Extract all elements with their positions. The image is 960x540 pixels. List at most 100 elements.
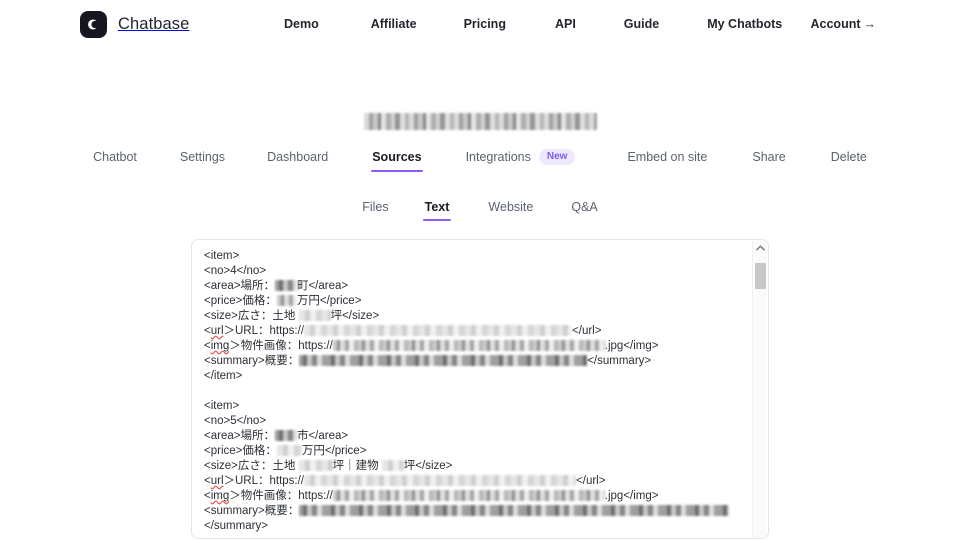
- code-line: <url＞URL：https:// </url>: [204, 324, 746, 339]
- account-label: Account: [810, 17, 861, 31]
- page-title-redacted: [363, 113, 597, 130]
- chatbase-logo-icon: [80, 11, 107, 38]
- code-line: </summary>: [204, 519, 746, 534]
- code-token: 坪</size>: [330, 310, 380, 322]
- code-token: <item>: [204, 250, 240, 262]
- code-line: <price>価格： 万円</price>: [204, 444, 746, 459]
- code-token: ＞URL：https://: [223, 475, 305, 487]
- code-token: <size>広さ：土地: [204, 460, 299, 472]
- arrow-right-icon: →: [863, 17, 877, 31]
- tab-delete[interactable]: Delete: [831, 150, 867, 172]
- spellcheck-underlined-word: url: [210, 325, 224, 337]
- code-token: 坪</size>: [403, 460, 453, 472]
- code-token: <: [204, 475, 211, 487]
- code-line: <url＞URL：https:// </url>: [204, 474, 746, 489]
- redacted-text: [299, 355, 588, 366]
- code-line: <price>価格： 万円</price>: [204, 294, 746, 309]
- scrollbar-thumb[interactable]: [755, 263, 766, 289]
- redacted-text: [332, 340, 605, 351]
- text-source-textarea[interactable]: <item> <no>4</no> <area>場所： 町</area> <price>…: [191, 239, 769, 539]
- spellcheck-underlined-word: url: [210, 475, 224, 487]
- code-token: </summary>: [587, 355, 652, 367]
- brand-name: Chatbase: [118, 15, 190, 33]
- redacted-text: [274, 430, 297, 441]
- code-token: </url>: [576, 475, 606, 487]
- tab-embed-on-site[interactable]: Embed on site: [627, 150, 707, 172]
- redacted-text: [298, 460, 333, 471]
- code-line: <size>広さ：土地 坪</size>: [204, 309, 746, 324]
- code-token: <no>5</no>: [204, 415, 267, 427]
- code-token: .jpg</img>: [604, 340, 659, 352]
- tab-share[interactable]: Share: [752, 150, 785, 172]
- nav-item-guide[interactable]: Guide: [624, 17, 659, 31]
- code-token: .jpg</img>: [604, 490, 659, 502]
- redacted-text: [298, 310, 331, 321]
- code-token: <: [204, 325, 211, 337]
- code-token: </url>: [572, 325, 602, 337]
- code-line: <area>場所： 町</area>: [204, 279, 746, 294]
- subtab-website[interactable]: Website: [488, 200, 533, 221]
- code-token: <no>4</no>: [204, 265, 267, 277]
- tab-sources[interactable]: Sources: [371, 150, 423, 172]
- code-line: </item>: [204, 369, 746, 384]
- scroll-up-arrow-icon[interactable]: [753, 241, 767, 255]
- nav-item-pricing[interactable]: Pricing: [464, 17, 506, 31]
- brand-home-link[interactable]: Chatbase: [80, 11, 189, 38]
- nav-item-my-chatbots[interactable]: My Chatbots: [707, 17, 782, 31]
- code-line: <img＞物件画像：https:// .jpg</img>: [204, 339, 746, 354]
- text-source-editor-wrap: <item> <no>4</no> <area>場所： 町</area> <price>…: [191, 239, 769, 539]
- code-token: ＞物件画像：https://: [229, 490, 333, 502]
- code-token: <summary>概要：: [204, 505, 300, 517]
- account-link[interactable]: Account →: [811, 17, 877, 31]
- code-line: <summary>概要： </summary>: [204, 354, 746, 369]
- nav-item-demo[interactable]: Demo: [284, 17, 319, 31]
- code-line: <item>: [204, 399, 746, 414]
- code-token: <area>場所：: [204, 280, 275, 292]
- code-token: 万円</price>: [301, 445, 367, 457]
- code-line: <item>: [204, 249, 746, 264]
- code-token: ＞物件画像：https://: [229, 340, 333, 352]
- redacted-text: [274, 280, 297, 291]
- code-token: </summary>: [204, 520, 268, 532]
- integrations-new-badge: New: [538, 149, 576, 165]
- code-token: 市</area>: [296, 430, 349, 442]
- nav-item-affiliate[interactable]: Affiliate: [371, 17, 417, 31]
- code-line: <no>5</no>: [204, 414, 746, 429]
- redacted-text: [304, 325, 573, 336]
- text-source-content[interactable]: <item> <no>4</no> <area>場所： 町</area> <price>…: [204, 249, 746, 534]
- code-token: <price>価格：: [204, 295, 277, 307]
- chatbot-tab-bar: Chatbot Settings Dashboard Sources Integ…: [0, 149, 960, 172]
- redacted-text: [299, 505, 730, 516]
- code-token: </item>: [204, 370, 243, 382]
- tab-integrations[interactable]: Integrations: [466, 150, 531, 172]
- subtab-text[interactable]: Text: [422, 200, 452, 221]
- tab-chatbot[interactable]: Chatbot: [93, 150, 137, 172]
- subtab-files[interactable]: Files: [362, 200, 388, 221]
- top-navigation-bar: Chatbase Demo Affiliate Pricing API Guid…: [0, 0, 960, 50]
- code-line: <size>広さ：土地 坪｜建物 坪</size>: [204, 459, 746, 474]
- sources-subtab-bar: Files Text Website Q&A: [0, 200, 960, 221]
- code-token: <summary>概要：: [204, 355, 300, 367]
- tab-dashboard[interactable]: Dashboard: [267, 150, 328, 172]
- redacted-text: [276, 295, 297, 306]
- code-line: <img＞物件画像：https:// .jpg</img>: [204, 489, 746, 504]
- redacted-text: [381, 460, 404, 471]
- redacted-text: [304, 475, 577, 486]
- spellcheck-underlined-word: img: [210, 340, 230, 352]
- code-token: <item>: [204, 400, 240, 412]
- code-line: <no>4</no>: [204, 264, 746, 279]
- main-nav: Demo Affiliate Pricing API Guide My Chat…: [284, 17, 782, 31]
- code-line: <area>場所： 市</area>: [204, 429, 746, 444]
- tab-settings[interactable]: Settings: [180, 150, 225, 172]
- redacted-text: [332, 490, 605, 501]
- code-token: <: [204, 340, 211, 352]
- code-token: <price>価格：: [204, 445, 277, 457]
- subtab-qa[interactable]: Q&A: [571, 200, 597, 221]
- code-token: 町</area>: [296, 280, 349, 292]
- editor-scrollbar[interactable]: [752, 241, 767, 538]
- nav-item-api[interactable]: API: [555, 17, 576, 31]
- code-token: ＞URL：https://: [223, 325, 305, 337]
- code-token: <size>広さ：土地: [204, 310, 299, 322]
- code-line: <summary>概要：: [204, 504, 746, 519]
